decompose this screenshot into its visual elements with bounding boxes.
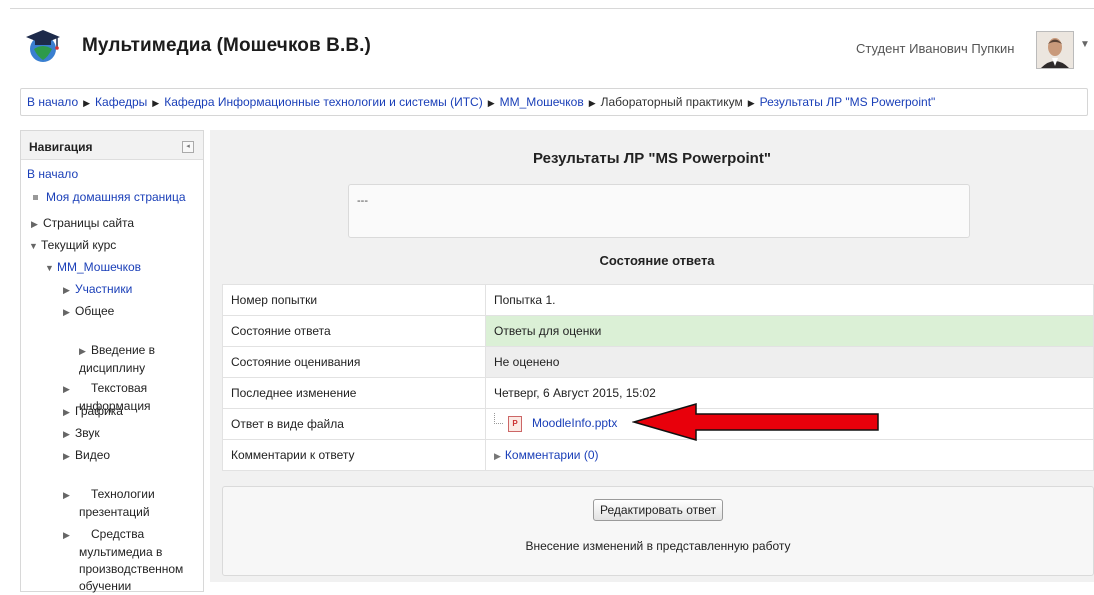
nav-course[interactable]: ▼ ММ_Мошечков <box>45 259 141 277</box>
nav-my-home[interactable]: Моя домашняя страница <box>33 189 186 206</box>
breadcrumb-section: Лабораторный практикум <box>600 95 743 109</box>
triangle-right-icon: ▶ <box>79 346 86 356</box>
nav-current-course-label[interactable]: Текущий курс <box>41 238 116 252</box>
nav-section-participants[interactable]: ▶ Участники <box>63 281 132 299</box>
nav-current-course[interactable]: ▼ Текущий курс <box>29 237 116 255</box>
table-row: Состояние оценивания Не оценено <box>222 346 1094 378</box>
nav-section-label[interactable]: Общее <box>75 304 114 318</box>
triangle-right-icon: ▶ <box>31 219 38 229</box>
breadcrumb-assignment[interactable]: Результаты ЛР "MS Powerpoint" <box>760 95 936 109</box>
nav-site-pages-label[interactable]: Страницы сайта <box>43 216 134 230</box>
breadcrumb-separator-icon: ▶ <box>487 98 495 108</box>
page-title: Результаты ЛР "MS Powerpoint" <box>533 150 771 167</box>
row-value: Ответы для оценки <box>485 315 1094 347</box>
table-row: Комментарии к ответу ▶ Комментарии (0) <box>222 439 1094 471</box>
breadcrumb-department-its[interactable]: Кафедра Информационные технологии и сист… <box>164 95 483 109</box>
nav-section-graphics[interactable]: ▶ Графика <box>63 403 123 421</box>
nav-section-label[interactable]: Видео <box>75 448 110 462</box>
nav-section-general[interactable]: ▶ Общее <box>63 303 114 321</box>
chevron-down-icon[interactable]: ▼ <box>1080 39 1090 50</box>
triangle-down-icon: ▼ <box>29 241 38 251</box>
breadcrumb-separator-icon: ▶ <box>588 98 596 108</box>
triangle-right-icon: ▶ <box>63 285 70 295</box>
arrow-annotation <box>632 403 879 441</box>
row-label: Номер попытки <box>222 284 486 316</box>
triangle-right-icon: ▶ <box>63 384 70 394</box>
nav-section-label[interactable]: Графика <box>75 404 123 418</box>
row-value: Попытка 1. <box>485 284 1094 316</box>
collapse-block-icon[interactable]: ◂ <box>182 141 194 153</box>
bullet-icon <box>33 195 38 201</box>
nav-section-label[interactable]: Звук <box>75 426 100 440</box>
nav-section-label[interactable]: Средства мультимедиа в производственном … <box>79 527 183 593</box>
navigation-title: Навигация <box>29 140 93 154</box>
triangle-right-icon: ▶ <box>63 307 70 317</box>
user-name[interactable]: Студент Иванович Пупкин <box>856 41 1014 56</box>
row-label: Состояние ответа <box>222 315 486 347</box>
triangle-right-icon: ▶ <box>63 451 70 461</box>
triangle-right-icon: ▶ <box>63 407 70 417</box>
breadcrumb-separator-icon: ▶ <box>152 98 160 108</box>
site-logo-icon[interactable] <box>24 27 62 65</box>
triangle-down-icon: ▼ <box>45 263 54 273</box>
triangle-right-icon: ▶ <box>63 490 70 500</box>
submission-status-heading: Состояние ответа <box>599 253 715 268</box>
row-value: Не оценено <box>485 346 1094 378</box>
assignment-intro-text: --- <box>357 195 368 207</box>
breadcrumb-separator-icon: ▶ <box>747 98 755 108</box>
nav-home[interactable]: В начало <box>27 166 78 183</box>
navigation-block: Навигация ◂ В начало Моя домашняя страни… <box>20 130 204 593</box>
breadcrumb: В начало ▶ Кафедры ▶ Кафедра Информационные … <box>20 88 1088 116</box>
nav-site-pages[interactable]: ▶ Страницы сайта <box>31 215 134 233</box>
row-label: Последнее изменение <box>222 377 486 409</box>
submission-status-table: Номер попытки Попытка 1. Состояние ответ… <box>222 284 1094 471</box>
user-avatar[interactable] <box>1036 31 1074 69</box>
site-title[interactable]: Мультимедиа (Мошечков В.В.) <box>82 35 371 57</box>
table-row: Номер попытки Попытка 1. <box>222 284 1094 316</box>
nav-section-sound[interactable]: ▶ Звук <box>63 425 100 443</box>
assignment-intro-box: --- <box>348 184 970 238</box>
breadcrumb-departments[interactable]: Кафедры <box>95 95 147 109</box>
row-label: Ответ в виде файла <box>222 408 486 440</box>
row-label: Состояние оценивания <box>222 346 486 378</box>
nav-section-label[interactable]: Участники <box>75 282 132 296</box>
nav-my-home-label[interactable]: Моя домашняя страница <box>46 190 186 204</box>
row-value-comments: ▶ Комментарии (0) <box>485 439 1094 471</box>
main-content: Результаты ЛР "MS Powerpoint" --- Состоя… <box>210 130 1094 582</box>
nav-course-label[interactable]: ММ_Мошечков <box>57 260 141 274</box>
nav-section-multimedia-tools[interactable]: ▶ Средства мультимедиа в производственном… <box>63 509 219 595</box>
nav-section-video[interactable]: ▶ Видео <box>63 447 110 465</box>
breadcrumb-items: В начало ▶ Кафедры ▶ Кафедра Информационные … <box>27 95 935 109</box>
pptx-file-icon: P <box>508 416 522 432</box>
edit-submission-box: Редактировать ответ Внесение изменений в… <box>222 486 1094 576</box>
tree-line <box>494 413 503 424</box>
triangle-right-icon: ▶ <box>63 429 70 439</box>
triangle-right-icon: ▶ <box>494 451 501 461</box>
submitted-file-link[interactable]: MoodleInfo.pptx <box>532 416 617 430</box>
triangle-right-icon: ▶ <box>63 530 70 540</box>
breadcrumb-home[interactable]: В начало <box>27 95 78 109</box>
edit-submission-button[interactable]: Редактировать ответ <box>593 499 724 521</box>
page-header: Мультимедиа (Мошечков В.В.) Студент Иван… <box>10 8 1094 81</box>
comments-link[interactable]: Комментарии (0) <box>505 448 599 462</box>
breadcrumb-separator-icon: ▶ <box>83 98 91 108</box>
breadcrumb-course[interactable]: ММ_Мошечков <box>500 95 584 109</box>
navigation-header: Навигация ◂ <box>21 131 203 160</box>
table-row: Состояние ответа Ответы для оценки <box>222 315 1094 347</box>
row-label: Комментарии к ответу <box>222 439 486 471</box>
edit-submission-note: Внесение изменений в представленную рабо… <box>525 539 791 553</box>
